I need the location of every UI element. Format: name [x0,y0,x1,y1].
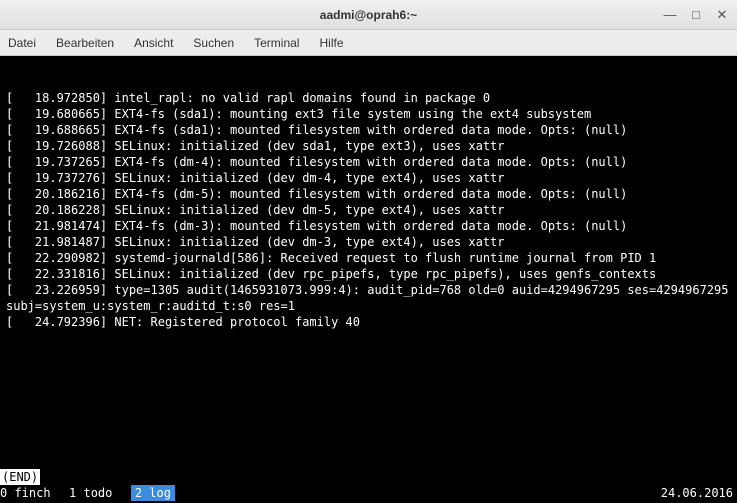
window-titlebar: aadmi@oprah6:~ — □ ✕ [0,0,737,30]
tmux-tabs: 0 finch 1 todo 2 log [0,485,175,501]
pager-status-row: (END) [0,469,737,485]
log-line: [ 22.331816] SELinux: initialized (dev r… [6,266,731,282]
log-line: [ 21.981474] EXT4-fs (dm-3): mounted fil… [6,218,731,234]
status-date: 24.06.2016 [661,485,737,501]
window-controls: — □ ✕ [661,6,731,24]
tmux-tab-finch[interactable]: 0 finch [0,485,69,501]
log-line: [ 19.726088] SELinux: initialized (dev s… [6,138,731,154]
minimize-button[interactable]: — [661,6,679,24]
pager-end-marker: (END) [0,469,40,485]
tmux-tab-log[interactable]: 2 log [131,485,175,501]
window-title: aadmi@oprah6:~ [320,8,417,22]
log-line: [ 19.737276] SELinux: initialized (dev d… [6,170,731,186]
menubar: Datei Bearbeiten Ansicht Suchen Terminal… [0,30,737,56]
log-line: [ 23.226959] type=1305 audit(1465931073.… [6,282,731,314]
tmux-tab-todo[interactable]: 1 todo [69,485,131,501]
menu-view[interactable]: Ansicht [134,36,173,50]
log-output: [ 18.972850] intel_rapl: no valid rapl d… [6,90,731,330]
log-line: [ 19.680665] EXT4-fs (sda1): mounting ex… [6,106,731,122]
log-line: [ 20.186216] EXT4-fs (dm-5): mounted fil… [6,186,731,202]
menu-search[interactable]: Suchen [193,36,234,50]
log-line: [ 18.972850] intel_rapl: no valid rapl d… [6,90,731,106]
log-line: [ 19.737265] EXT4-fs (dm-4): mounted fil… [6,154,731,170]
close-button[interactable]: ✕ [713,6,731,24]
tmux-status-bar: 0 finch 1 todo 2 log 24.06.2016 [0,485,737,501]
menu-edit[interactable]: Bearbeiten [56,36,114,50]
log-line: [ 24.792396] NET: Registered protocol fa… [6,314,731,330]
maximize-button[interactable]: □ [687,6,705,24]
menu-terminal[interactable]: Terminal [254,36,299,50]
log-line: [ 19.688665] EXT4-fs (sda1): mounted fil… [6,122,731,138]
terminal-content[interactable]: [ 18.972850] intel_rapl: no valid rapl d… [0,56,737,503]
menu-file[interactable]: Datei [8,36,36,50]
log-line: [ 21.981487] SELinux: initialized (dev d… [6,234,731,250]
log-line: [ 20.186228] SELinux: initialized (dev d… [6,202,731,218]
menu-help[interactable]: Hilfe [319,36,343,50]
log-line: [ 22.290982] systemd-journald[586]: Rece… [6,250,731,266]
